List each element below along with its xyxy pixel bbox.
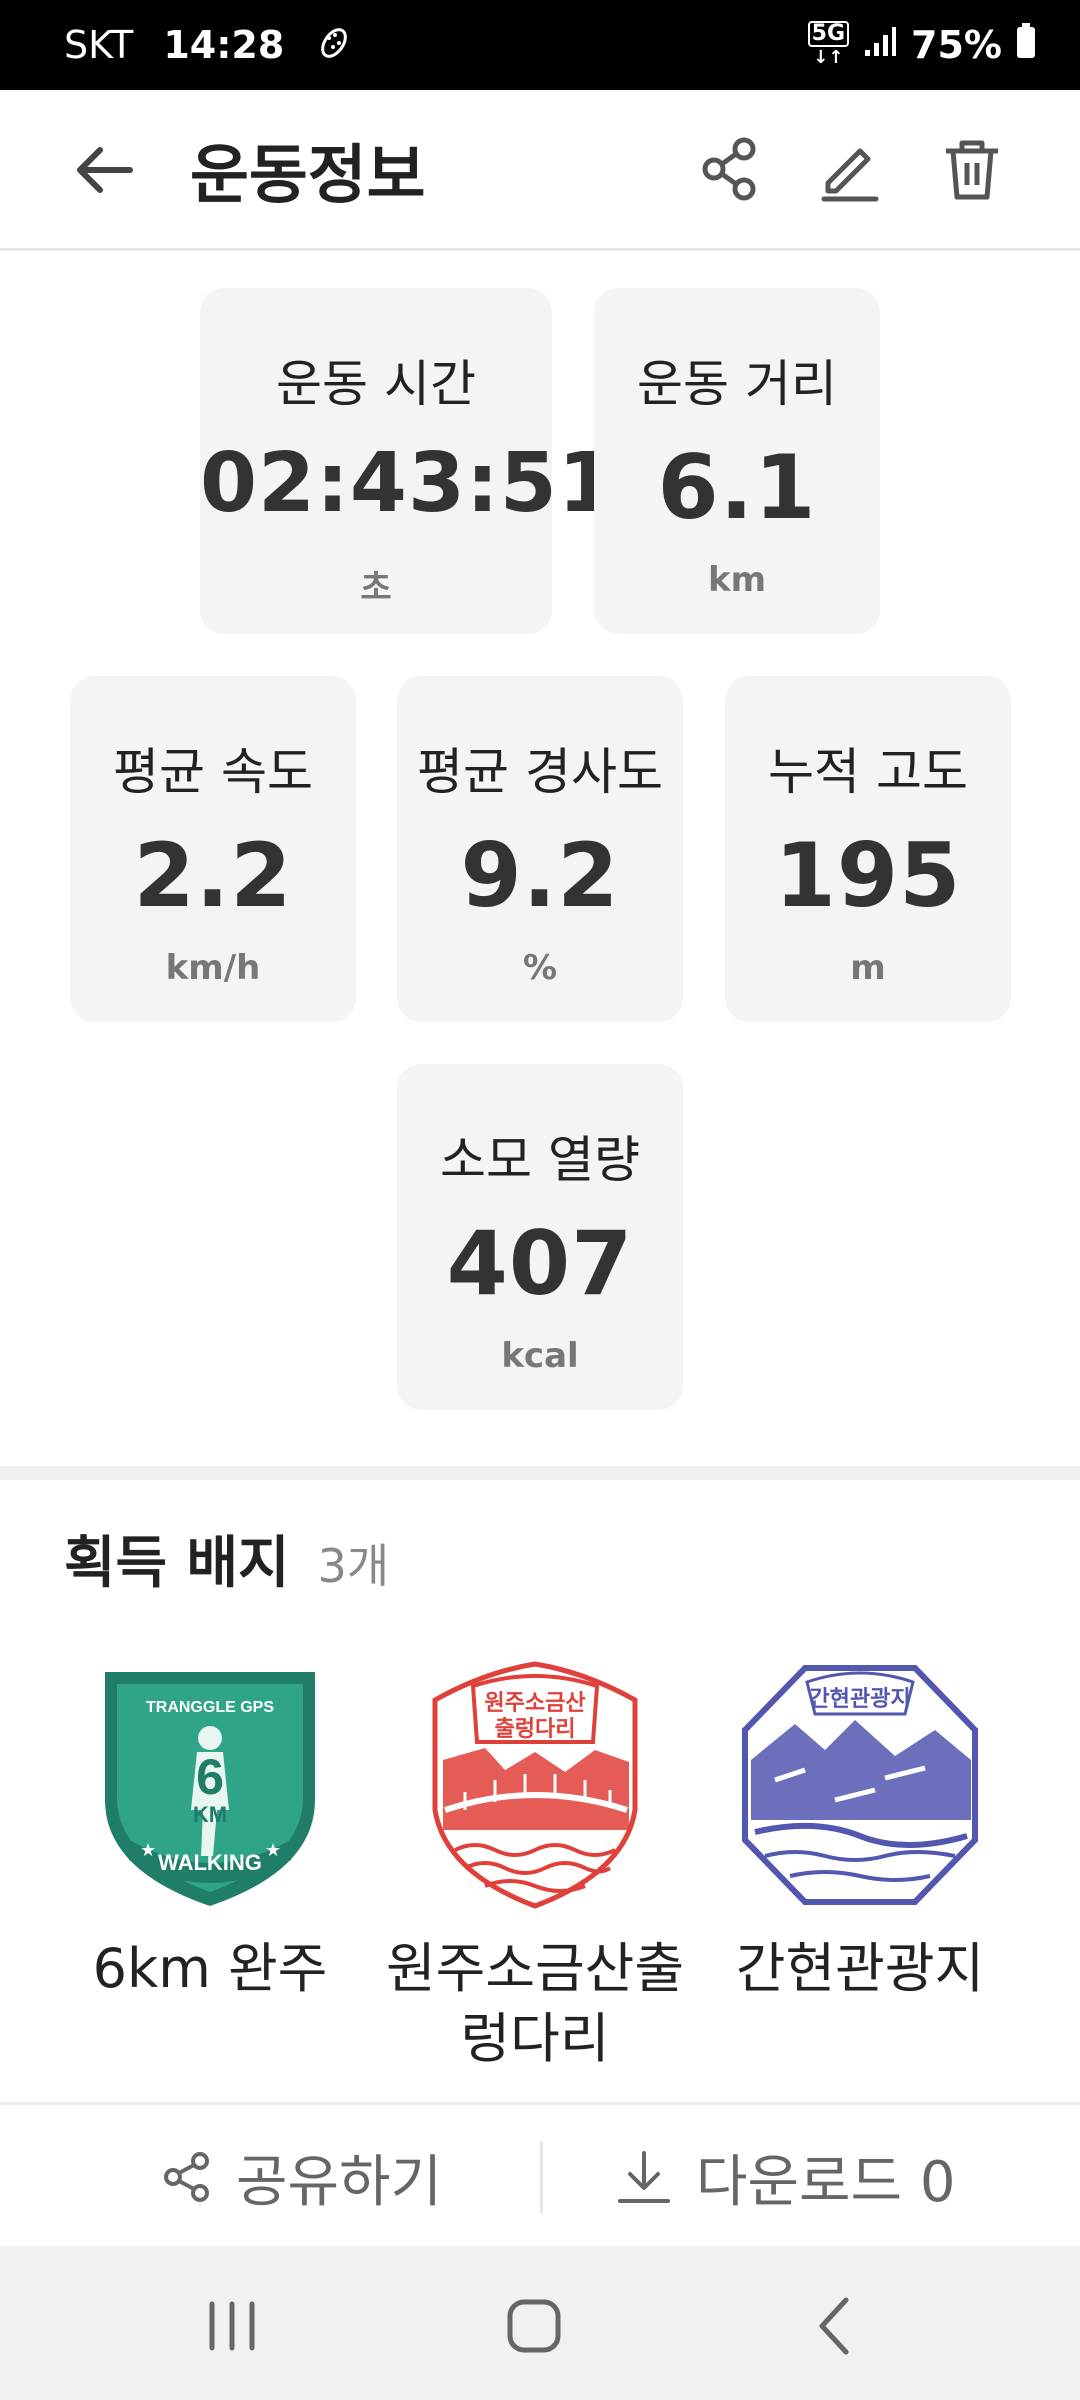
mountain-river-stamp: 간현관광지 [742, 1665, 978, 1905]
stat-unit: % [522, 948, 558, 988]
badge-name: 6km 완주 [92, 1937, 328, 2000]
download-label: 다운로드 0 [696, 2149, 956, 2215]
svg-text:WALKING: WALKING [158, 1850, 262, 1875]
stat-value: 6.1 [657, 436, 817, 539]
badge-item[interactable]: 원주소금산 출렁다리 원주소금산출 렁다리 [385, 1660, 685, 2074]
share-label: 공유하기 [236, 2149, 443, 2215]
badge-name: 원주소금산출 렁다리 [385, 1937, 685, 2070]
stat-label: 평균 경사도 [417, 743, 663, 801]
status-bar: SKT 14:28 5G ↓↑ 75% [0, 0, 1080, 90]
stat-unit: km [707, 560, 767, 600]
battery-icon [1016, 22, 1036, 68]
svg-text:원주소금산: 원주소금산 [484, 1691, 585, 1716]
stat-value: 02:43:51 [200, 436, 616, 531]
stat-card-duration: 운동 시간 02:43:51 초 [200, 288, 616, 634]
page-title: 운동정보 [190, 139, 426, 213]
back-icon[interactable] [796, 2286, 876, 2366]
download-icon [618, 2151, 670, 2203]
stat-label: 운동 시간 [276, 355, 476, 413]
svg-text:TRANGGLE GPS: TRANGGLE GPS [146, 1699, 274, 1716]
carrier-label: SKT [64, 23, 134, 67]
stat-unit: 초 [360, 568, 392, 608]
action-separator [540, 2141, 543, 2213]
stat-card-elevation: 누적 고도 195 m [725, 676, 1011, 1022]
stat-card-calories: 소모 열량 407 kcal [397, 1064, 683, 1410]
stat-label: 평균 속도 [113, 743, 313, 801]
back-arrow-icon[interactable] [70, 135, 140, 205]
home-icon[interactable] [494, 2286, 574, 2366]
5g-network-icon: 5G ↓↑ [807, 21, 850, 69]
stat-label: 누적 고도 [768, 743, 968, 801]
share-button[interactable]: 공유하기 [160, 2105, 442, 2249]
stat-value: 2.2 [133, 824, 293, 927]
system-nav-bar [0, 2246, 1080, 2400]
section-divider [0, 1466, 1080, 1480]
stat-unit: m [850, 948, 886, 988]
badge-section-title: 획득 배지 [64, 1531, 290, 1596]
activity-app-icon [314, 21, 354, 70]
stat-value: 195 [774, 824, 962, 927]
stat-card-avg-speed: 평균 속도 2.2 km/h [70, 676, 356, 1022]
svg-text:★: ★ [140, 1840, 156, 1861]
stat-card-distance: 운동 거리 6.1 km [594, 288, 880, 634]
svg-text:6: 6 [196, 1749, 224, 1805]
battery-percent: 75% [911, 23, 1002, 67]
svg-text:KM: KM [193, 1802, 227, 1827]
svg-text:간현관광지: 간현관광지 [809, 1687, 910, 1712]
badge-name: 간현관광지 [735, 1937, 985, 2000]
stat-value: 9.2 [460, 824, 620, 927]
stat-label: 소모 열량 [440, 1131, 640, 1189]
app-bar: 운동정보 [0, 90, 1080, 251]
badge-count: 3개 [317, 1539, 390, 1593]
stat-unit: kcal [501, 1336, 579, 1376]
suspension-bridge-stamp: 원주소금산 출렁다리 [432, 1661, 638, 1909]
delete-icon[interactable] [936, 133, 1008, 205]
svg-text:출렁다리: 출렁다리 [495, 1717, 576, 1742]
stat-unit: km/h [165, 948, 261, 988]
badge-item[interactable]: 간현관광지 간현관광지 [710, 1660, 1010, 2004]
stat-label: 운동 거리 [637, 355, 837, 413]
share-icon [164, 2152, 209, 2202]
clock: 14:28 [163, 23, 285, 67]
stat-card-avg-slope: 평균 경사도 9.2 % [397, 676, 683, 1022]
badge-section-header: 획득 배지 3개 [64, 1518, 389, 1599]
walking-6km-badge: TRANGGLE GPS 6 KM WALKING ★ ★ [105, 1672, 315, 1906]
edit-icon[interactable] [814, 133, 886, 205]
download-button[interactable]: 다운로드 0 [614, 2105, 956, 2249]
stat-value: 407 [446, 1212, 634, 1315]
signal-strength-icon [863, 23, 897, 67]
share-icon[interactable] [694, 133, 766, 205]
badge-item[interactable]: TRANGGLE GPS 6 KM WALKING ★ ★ 6km 완주 [60, 1660, 360, 2004]
svg-text:★: ★ [265, 1840, 281, 1861]
recent-apps-icon[interactable] [192, 2286, 272, 2366]
bottom-action-bar: 공유하기 다운로드 0 [0, 2102, 1080, 2249]
